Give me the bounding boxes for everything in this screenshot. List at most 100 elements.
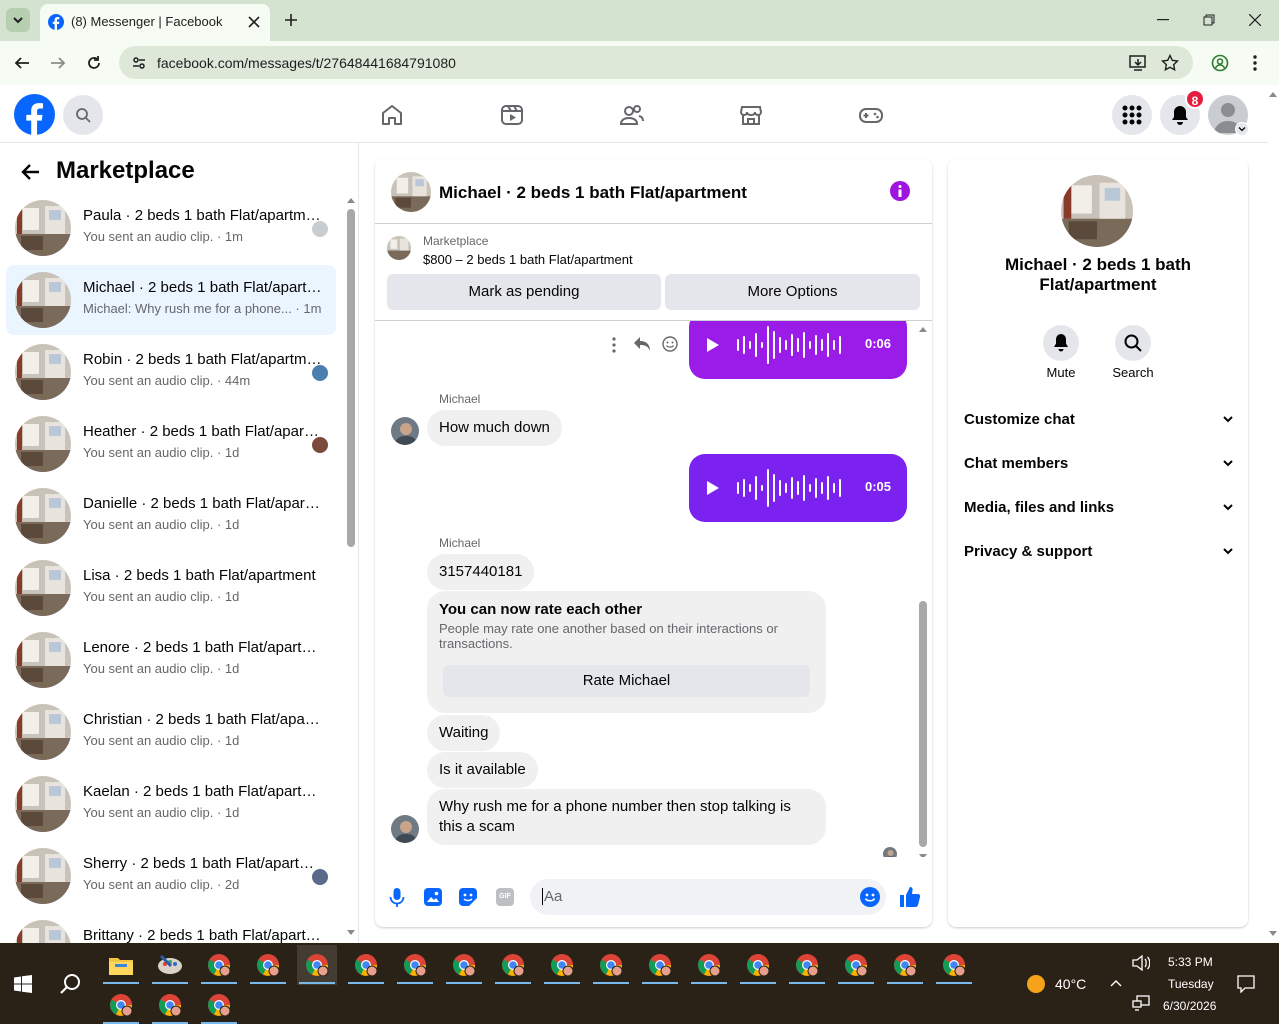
conversation-item[interactable]: Lisa · 2 beds 1 bath Flat/apartment You s… xyxy=(6,553,336,623)
conversation-item[interactable]: Michael · 2 beds 1 bath Flat/apartment Mi… xyxy=(6,265,336,335)
conversation-item[interactable]: Brittany · 2 beds 1 bath Flat/apartment xyxy=(6,913,336,943)
message-input[interactable]: Aa xyxy=(530,879,886,915)
facebook-logo-icon[interactable] xyxy=(14,94,55,135)
sidebar-scrollbar-thumb[interactable] xyxy=(347,209,355,547)
react-emoji-icon[interactable] xyxy=(662,336,678,352)
file-explorer-icon[interactable] xyxy=(101,945,141,985)
install-app-icon[interactable] xyxy=(1129,54,1147,72)
weather-sun-icon[interactable] xyxy=(1026,974,1046,994)
notifications-center-icon[interactable] xyxy=(1237,975,1255,993)
chrome-window-icon[interactable] xyxy=(346,945,386,985)
address-bar[interactable]: facebook.com/messages/t/2764844168479108… xyxy=(119,46,1193,79)
chrome-window-icon[interactable] xyxy=(689,945,729,985)
listing-price-title[interactable]: $800 – 2 beds 1 bath Flat/apartment xyxy=(423,252,633,267)
browser-tab[interactable]: (8) Messenger | Facebook xyxy=(40,4,270,41)
scroll-down-icon[interactable] xyxy=(918,853,928,857)
emoji-icon[interactable] xyxy=(860,887,880,907)
chrome-window-icon[interactable] xyxy=(444,945,484,985)
clock-date[interactable]: 6/30/2026 xyxy=(1163,999,1216,1013)
back-arrow-icon[interactable] xyxy=(20,163,40,181)
sticker-icon[interactable] xyxy=(459,888,477,906)
search-icon[interactable] xyxy=(60,973,82,995)
gaming-icon[interactable] xyxy=(859,103,883,127)
weather-temperature[interactable]: 40°C xyxy=(1055,976,1086,992)
microphone-icon[interactable] xyxy=(389,888,405,908)
bookmark-star-icon[interactable] xyxy=(1161,54,1179,72)
conversation-item[interactable]: Sherry · 2 beds 1 bath Flat/apartment You… xyxy=(6,841,336,911)
forward-arrow-icon[interactable] xyxy=(50,55,66,71)
network-icon[interactable] xyxy=(1132,995,1150,1011)
chrome-window-icon[interactable] xyxy=(836,945,876,985)
clock-time[interactable]: 5:33 PM xyxy=(1168,955,1213,969)
more-options-button[interactable]: More Options xyxy=(665,274,920,310)
chrome-window-icon[interactable] xyxy=(395,945,435,985)
privacy-support-row[interactable]: Privacy & support xyxy=(964,543,1234,579)
home-icon[interactable] xyxy=(380,103,404,127)
incoming-message[interactable]: 3157440181 xyxy=(427,554,535,590)
conversation-item[interactable]: Christian · 2 beds 1 bath Flat/apartment… xyxy=(6,697,336,767)
like-icon[interactable] xyxy=(899,886,921,908)
marketplace-icon[interactable] xyxy=(739,103,763,127)
chrome-window-icon[interactable] xyxy=(199,985,239,1024)
chrome-window-icon[interactable] xyxy=(150,985,190,1024)
mute-button[interactable] xyxy=(1043,325,1079,361)
media-files-links-row[interactable]: Media, files and links xyxy=(964,499,1234,535)
chrome-window-icon[interactable] xyxy=(640,945,680,985)
friends-icon[interactable] xyxy=(620,103,644,127)
volume-icon[interactable] xyxy=(1132,955,1150,971)
mark-as-pending-button[interactable]: Mark as pending xyxy=(387,274,661,310)
chrome-window-icon[interactable] xyxy=(101,985,141,1024)
reload-icon[interactable] xyxy=(86,55,102,71)
search-button[interactable] xyxy=(63,95,103,135)
audio-clip-message[interactable]: 0:06 xyxy=(689,321,907,379)
paint-app-icon[interactable] xyxy=(150,945,190,985)
site-settings-icon[interactable] xyxy=(131,55,147,71)
menu-button[interactable] xyxy=(1112,95,1152,135)
info-thumbnail[interactable] xyxy=(1061,175,1133,247)
close-window-button[interactable] xyxy=(1232,0,1278,40)
account-chevron[interactable] xyxy=(1235,122,1249,136)
michael-avatar[interactable] xyxy=(391,417,419,445)
audio-clip-message[interactable]: 0:05 xyxy=(689,454,907,522)
windows-start-icon[interactable] xyxy=(14,975,32,993)
scroll-up-icon[interactable] xyxy=(346,196,356,204)
page-scroll-up-icon[interactable] xyxy=(1268,90,1278,98)
incoming-message[interactable]: Waiting xyxy=(427,715,501,751)
incoming-message[interactable]: Is it available xyxy=(427,752,538,788)
chrome-window-icon[interactable] xyxy=(934,945,974,985)
chrome-window-icon[interactable] xyxy=(591,945,631,985)
more-actions-icon[interactable] xyxy=(612,337,616,353)
chrome-window-icon[interactable] xyxy=(199,945,239,985)
video-icon[interactable] xyxy=(500,103,524,127)
chat-title[interactable]: Michael · 2 beds 1 bath Flat/apartment xyxy=(439,183,747,203)
customize-chat-row[interactable]: Customize chat xyxy=(964,411,1234,447)
chrome-window-icon[interactable] xyxy=(297,945,337,985)
page-scroll-down-icon[interactable] xyxy=(1268,930,1278,938)
scroll-up-icon[interactable] xyxy=(918,325,928,333)
tray-chevron-up-icon[interactable] xyxy=(1110,979,1122,987)
reply-icon[interactable] xyxy=(633,336,651,352)
chrome-window-icon[interactable] xyxy=(787,945,827,985)
restore-button[interactable] xyxy=(1186,0,1232,40)
chat-scrollbar-thumb[interactable] xyxy=(919,601,927,847)
conversation-item[interactable]: Kaelan · 2 beds 1 bath Flat/apartment You… xyxy=(6,769,336,839)
play-icon[interactable] xyxy=(707,481,719,495)
back-arrow-icon[interactable] xyxy=(14,55,30,71)
conversation-item[interactable]: Paula · 2 beds 1 bath Flat/apartment You … xyxy=(6,193,336,263)
scroll-down-icon[interactable] xyxy=(346,929,356,937)
conversation-item[interactable]: Robin · 2 beds 1 bath Flat/apartment You … xyxy=(6,337,336,407)
profile-icon[interactable] xyxy=(1211,54,1229,72)
chrome-window-icon[interactable] xyxy=(493,945,533,985)
conversation-item[interactable]: Heather · 2 beds 1 bath Flat/apartment Yo… xyxy=(6,409,336,479)
search-in-chat-button[interactable] xyxy=(1115,325,1151,361)
clock-day[interactable]: Tuesday xyxy=(1168,977,1214,991)
browser-menu-icon[interactable] xyxy=(1252,54,1258,72)
chrome-window-icon[interactable] xyxy=(542,945,582,985)
rate-michael-button[interactable]: Rate Michael xyxy=(443,665,810,697)
gif-button[interactable]: GIF xyxy=(496,888,514,906)
conversation-item[interactable]: Danielle · 2 beds 1 bath Flat/apartment Y… xyxy=(6,481,336,551)
photo-attach-icon[interactable] xyxy=(424,888,442,906)
tab-search-button[interactable] xyxy=(6,8,30,32)
michael-avatar[interactable] xyxy=(391,815,419,843)
chat-header-thumbnail[interactable] xyxy=(391,172,431,212)
